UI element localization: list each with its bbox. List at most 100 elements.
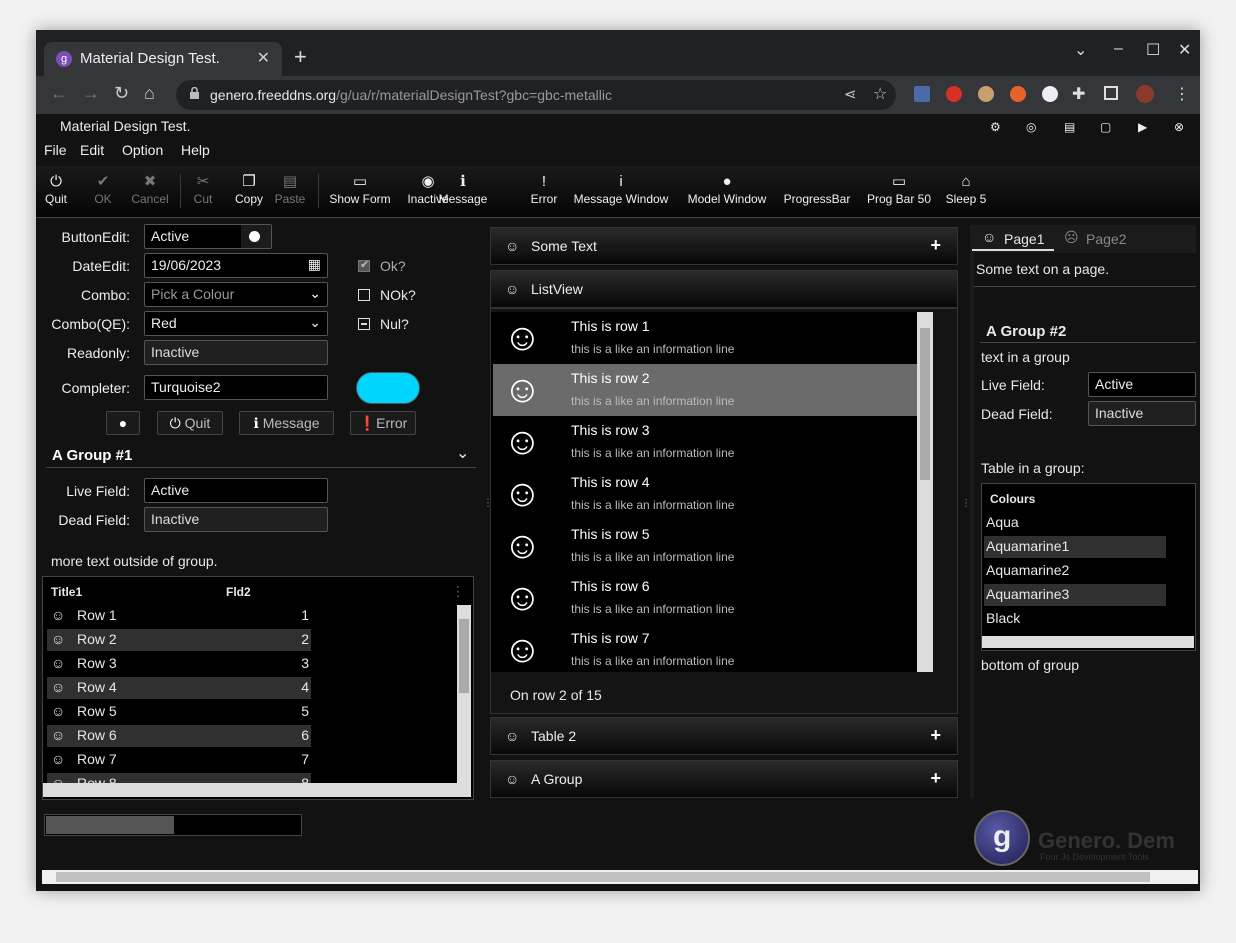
- menu-file[interactable]: File: [44, 142, 67, 158]
- toolbar-copy-button[interactable]: ❐ Copy: [232, 172, 266, 206]
- extension-icon[interactable]: [914, 86, 930, 102]
- quit-button[interactable]: ⏻ Quit: [157, 411, 223, 435]
- extension-icon[interactable]: [946, 86, 962, 102]
- tab-search-icon[interactable]: ⌄: [1074, 40, 1087, 60]
- play-icon[interactable]: ▶: [1138, 120, 1147, 134]
- message-button[interactable]: ℹ Message: [239, 411, 334, 435]
- minimize-icon[interactable]: –: [1114, 40, 1123, 58]
- extension-icon[interactable]: [978, 86, 994, 102]
- toolbar-cancel-button[interactable]: ✖ Cancel: [128, 172, 172, 206]
- bookmark-star-icon[interactable]: ☆: [873, 84, 887, 104]
- nul-checkbox[interactable]: [358, 318, 370, 330]
- table-row[interactable]: ☺ Row 77: [47, 749, 311, 771]
- table-row[interactable]: ☺ Row 55: [47, 701, 311, 723]
- error-button[interactable]: ❗Error: [350, 411, 416, 435]
- toolbar-paste-button[interactable]: ▤ Paste: [272, 172, 308, 206]
- table-row[interactable]: Aquamarine1: [984, 536, 1166, 558]
- close-window-icon[interactable]: ✕: [1178, 40, 1191, 60]
- table-row[interactable]: Aquamarine3: [984, 584, 1166, 606]
- table-row[interactable]: ☺ Row 33: [47, 653, 311, 675]
- table-row[interactable]: ☺ Row 11: [47, 605, 311, 627]
- tab-page2[interactable]: ☹ Page2: [1062, 225, 1144, 251]
- list-item[interactable]: ☺ This is row 5 this is a like an informat…: [493, 520, 917, 572]
- live-field[interactable]: Active: [1088, 372, 1196, 397]
- col-header-title1[interactable]: Title1: [51, 585, 82, 599]
- settings-icon[interactable]: ⚙: [990, 120, 1001, 134]
- horizontal-scrollbar[interactable]: [43, 783, 471, 797]
- toolbar-cut-button[interactable]: ✂ Cut: [192, 172, 214, 206]
- table-row[interactable]: Black: [984, 608, 1166, 630]
- completer-field[interactable]: Turquoise2: [144, 375, 328, 400]
- toolbar-quit-button[interactable]: ⏻ Quit: [44, 172, 68, 206]
- toolbar-prog-bar-50-button[interactable]: ▭ Prog Bar 50: [864, 172, 934, 206]
- toggle-switch[interactable]: [241, 225, 271, 248]
- some-text-panel[interactable]: ☺ Some Text +: [490, 227, 958, 265]
- list-item[interactable]: ☺ This is row 2 this is a like an informat…: [493, 364, 917, 416]
- horizontal-scrollbar[interactable]: [982, 636, 1194, 648]
- live-field[interactable]: Active: [144, 478, 328, 503]
- toolbar-sleep-5-button[interactable]: ⌂ Sleep 5: [944, 172, 988, 206]
- table2-panel[interactable]: ☺ Table 2 +: [490, 717, 958, 755]
- listview-panel-header[interactable]: ☺ ListView: [490, 270, 958, 308]
- toolbar-progressbar-button[interactable]: ProgressBar: [780, 172, 854, 206]
- plus-icon[interactable]: +: [930, 725, 941, 746]
- nok-checkbox[interactable]: [358, 289, 370, 301]
- menu-edit[interactable]: Edit: [80, 142, 104, 158]
- globe-icon[interactable]: ◎: [1026, 120, 1036, 134]
- list-item[interactable]: ☺ This is row 4 this is a like an informat…: [493, 468, 917, 520]
- tab-page1[interactable]: ☺ Page1: [972, 225, 1054, 251]
- avatar[interactable]: [1136, 85, 1154, 103]
- table-row[interactable]: ☺ Row 44: [47, 677, 311, 699]
- menu-help[interactable]: Help: [181, 142, 210, 158]
- back-icon[interactable]: ←: [50, 83, 68, 104]
- maximize-icon[interactable]: ☐: [1146, 40, 1160, 60]
- calendar-icon[interactable]: ▦: [308, 256, 321, 273]
- list-item[interactable]: ☺ This is row 1 this is a like an informat…: [493, 312, 917, 364]
- puzzle-icon[interactable]: ✚: [1072, 84, 1085, 104]
- combo-select[interactable]: Pick a Colour ⌄: [144, 282, 328, 307]
- dateedit-field[interactable]: 19/06/2023 ▦: [144, 253, 328, 278]
- table-row[interactable]: ☺ Row 88: [47, 773, 311, 783]
- extension-icon[interactable]: [1042, 86, 1058, 102]
- forward-icon[interactable]: →: [82, 83, 100, 104]
- document-icon[interactable]: ▤: [1064, 120, 1075, 134]
- reload-icon[interactable]: ↻: [114, 83, 129, 104]
- comboqe-select[interactable]: Red ⌄: [144, 311, 328, 336]
- color-swatch[interactable]: [356, 372, 420, 404]
- file-icon[interactable]: ▢: [1100, 120, 1111, 134]
- vertical-scrollbar[interactable]: [457, 605, 471, 783]
- toolbar-message-button[interactable]: ℹ Message: [434, 172, 492, 206]
- list-item[interactable]: ☺ This is row 3 this is a like an informat…: [493, 416, 917, 468]
- listview-scrollbar[interactable]: [917, 312, 933, 672]
- page-horizontal-scrollbar[interactable]: [42, 870, 1198, 884]
- list-item[interactable]: ☺ This is row 6 this is a like an informat…: [493, 572, 917, 624]
- share-icon[interactable]: ⋖: [844, 85, 857, 103]
- agroup-panel[interactable]: ☺ A Group +: [490, 760, 958, 798]
- table-row[interactable]: ☺ Row 66: [47, 725, 311, 747]
- toolbar-show-form-button[interactable]: ▭ Show Form: [326, 172, 394, 206]
- url-field[interactable]: genero.freeddns.org/g/ua/r/materialDesig…: [176, 80, 896, 110]
- table-row[interactable]: Aquamarine2: [984, 560, 1166, 582]
- kebab-menu-icon[interactable]: ⋮: [1174, 84, 1190, 104]
- new-tab-icon[interactable]: +: [294, 44, 307, 70]
- sidebar-icon[interactable]: [1104, 86, 1118, 100]
- close-app-icon[interactable]: ⊗: [1174, 120, 1184, 134]
- toolbar-message-window-button[interactable]: i Message Window: [570, 172, 672, 206]
- close-tab-icon[interactable]: ✕: [257, 48, 270, 68]
- bomb-button[interactable]: ●: [106, 411, 140, 435]
- toolbar-model-window-button[interactable]: ● Model Window: [684, 172, 770, 206]
- column-menu-icon[interactable]: ⋮: [451, 583, 465, 600]
- extension-icon[interactable]: [1010, 86, 1026, 102]
- plus-icon[interactable]: +: [930, 235, 941, 256]
- col-header-colours[interactable]: Colours: [990, 492, 1035, 506]
- toolbar-ok-button[interactable]: ✔ OK: [88, 172, 118, 206]
- buttonedit-field[interactable]: Active: [144, 224, 272, 249]
- menu-option[interactable]: Option: [122, 142, 163, 158]
- table-row[interactable]: ☺ Row 22: [47, 629, 311, 651]
- list-item[interactable]: ☺ This is row 7 this is a like an informat…: [493, 624, 917, 672]
- toolbar-error-button[interactable]: ! Error: [530, 172, 558, 206]
- col-header-fld2[interactable]: Fld2: [226, 585, 251, 599]
- plus-icon[interactable]: +: [930, 768, 941, 789]
- table-row[interactable]: Aqua: [984, 512, 1166, 534]
- chevron-down-icon[interactable]: ⌄: [456, 443, 469, 463]
